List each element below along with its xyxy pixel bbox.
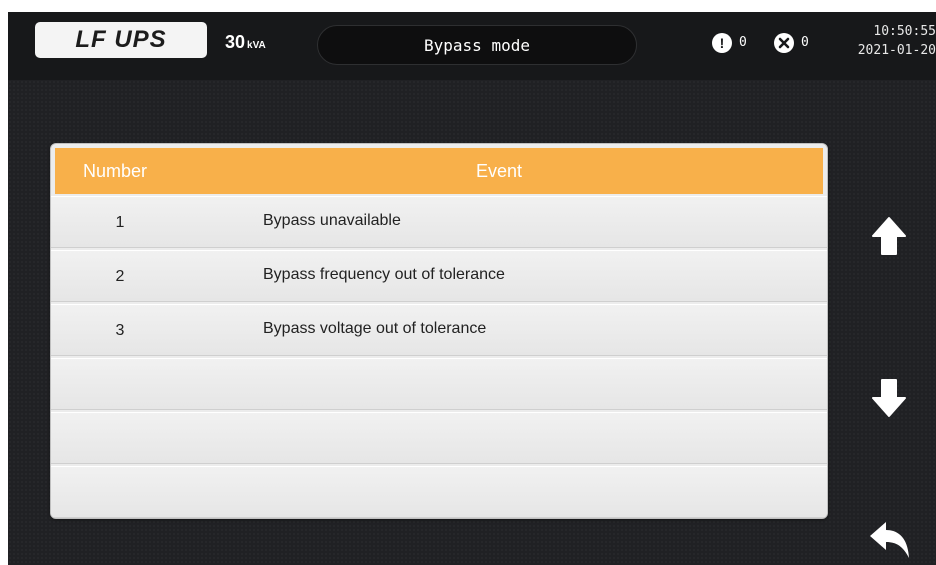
back-button[interactable] [868,520,909,560]
column-header-number: Number [82,161,148,181]
logo: LF UPS [35,22,207,58]
row-number: 3 [115,322,125,339]
capacity-label: 30 kVA [225,32,266,53]
clock: 10:50:55 2021-01-20 [840,22,936,60]
table-row[interactable] [51,358,827,410]
fault-count: 0 [801,35,809,50]
mode-text: Bypass mode [424,35,530,55]
page-down-button[interactable] [869,378,909,418]
arrow-down-icon [872,379,906,417]
clock-date: 2021-01-20 [857,43,936,58]
table-row[interactable]: 1 Bypass unavailable [51,196,827,248]
back-arrow-icon [870,522,909,558]
warning-icon[interactable]: ! [712,33,732,53]
page-up-button[interactable] [869,216,909,256]
ups-screen: LF UPS 30 kVA Bypass mode ! 0 0 10:50:55 … [8,12,936,565]
fault-icon[interactable] [774,33,794,53]
row-number: 2 [115,268,125,285]
row-event: Bypass voltage out of tolerance [263,320,487,337]
mode-indicator: Bypass mode [317,25,637,65]
top-status-bar: LF UPS 30 kVA Bypass mode ! 0 0 10:50:55 … [8,12,936,80]
row-event: Bypass unavailable [263,212,401,229]
arrow-up-icon [872,217,906,255]
logo-text: LF UPS [75,26,167,53]
clock-time: 10:50:55 [873,24,936,39]
warning-count: 0 [739,35,747,50]
row-number: 1 [115,214,125,231]
capacity-unit: kVA [247,40,266,51]
row-event: Bypass frequency out of tolerance [263,266,505,283]
table-row[interactable] [51,412,827,464]
table-row[interactable]: 2 Bypass frequency out of tolerance [51,250,827,302]
table-row[interactable]: 3 Bypass voltage out of tolerance [51,304,827,356]
capacity-value: 30 [225,32,246,52]
table-row[interactable] [51,466,827,518]
column-header-event: Event [475,161,523,181]
table-header: Number Event [55,148,823,194]
event-table: 1 Bypass unavailable 2 Bypass frequency … [50,143,828,519]
